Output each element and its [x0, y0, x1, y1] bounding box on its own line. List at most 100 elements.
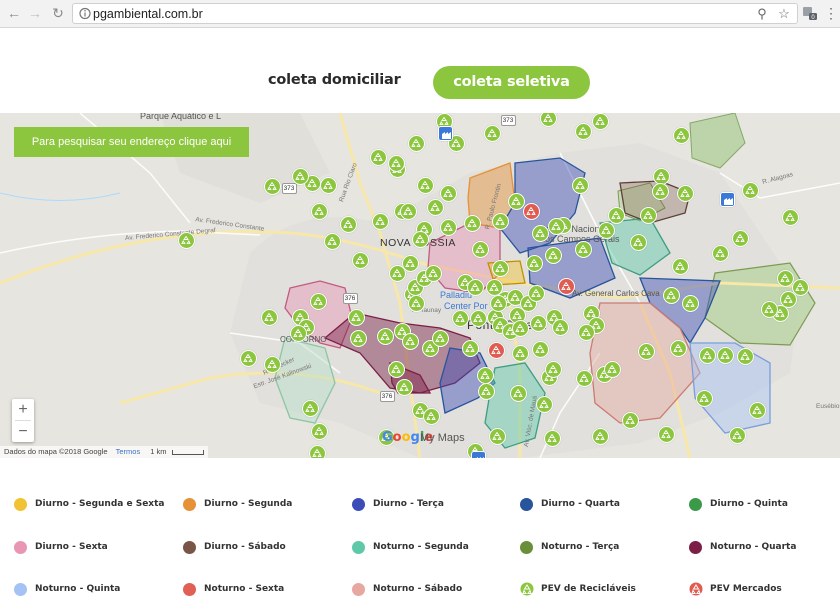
recycling-point-marker[interactable]: [551, 318, 569, 336]
recycling-point-marker[interactable]: [466, 278, 484, 296]
recycling-point-marker[interactable]: [491, 212, 509, 230]
recycling-point-marker[interactable]: [662, 286, 680, 304]
recycling-point-marker[interactable]: [652, 167, 670, 185]
recycling-point-marker[interactable]: [736, 347, 754, 365]
recycling-point-marker[interactable]: [395, 378, 413, 396]
recycling-point-marker[interactable]: [748, 401, 766, 419]
recycling-point-marker[interactable]: [239, 349, 257, 367]
recycling-point-marker[interactable]: [760, 300, 778, 318]
tab-coleta-domiciliar[interactable]: coleta domiciliar: [268, 72, 401, 88]
recycling-point-marker[interactable]: [401, 332, 419, 350]
recycling-point-marker[interactable]: [781, 208, 799, 226]
recycling-point-marker[interactable]: [544, 360, 562, 378]
recycling-point-marker[interactable]: [263, 177, 281, 195]
recycling-point-marker[interactable]: [574, 122, 592, 140]
recycling-point-marker[interactable]: [477, 382, 495, 400]
recycling-point-marker[interactable]: [387, 360, 405, 378]
recycling-point-marker[interactable]: [591, 113, 609, 130]
reload-icon[interactable]: ↻: [50, 5, 66, 21]
recycling-point-marker[interactable]: [308, 444, 326, 458]
recycling-point-marker[interactable]: [698, 346, 716, 364]
market-recycling-marker[interactable]: [487, 341, 505, 359]
recycling-point-marker[interactable]: [263, 355, 281, 373]
recycling-point-marker[interactable]: [469, 309, 487, 327]
address-search-button[interactable]: Para pesquisar seu endereço clique aqui: [14, 127, 249, 157]
zoom-out-button[interactable]: −: [12, 421, 34, 442]
recycling-point-marker[interactable]: [511, 319, 529, 337]
recycling-point-marker[interactable]: [431, 329, 449, 347]
recycling-point-marker[interactable]: [629, 233, 647, 251]
recycling-point-marker[interactable]: [591, 427, 609, 445]
recycling-point-marker[interactable]: [289, 324, 307, 342]
recycling-point-marker[interactable]: [349, 329, 367, 347]
recycling-point-marker[interactable]: [672, 126, 690, 144]
recycling-point-marker[interactable]: [323, 232, 341, 250]
recycling-point-marker[interactable]: [681, 294, 699, 312]
map[interactable]: Parque Aquático e L NOVA RÚSSIA CONTORNO…: [0, 113, 840, 458]
back-icon[interactable]: ←: [6, 5, 22, 21]
address-bar[interactable]: pgambiental.com.br ⚲ ☆: [72, 3, 798, 24]
recycling-point-marker[interactable]: [575, 369, 593, 387]
recycling-point-marker[interactable]: [347, 308, 365, 326]
recycling-point-marker[interactable]: [399, 202, 417, 220]
recycling-point-marker[interactable]: [371, 212, 389, 230]
recycling-point-marker[interactable]: [637, 342, 655, 360]
recycling-point-marker[interactable]: [301, 399, 319, 417]
recycling-point-marker[interactable]: [511, 344, 529, 362]
recycling-point-marker[interactable]: [531, 224, 549, 242]
recycling-point-marker[interactable]: [529, 314, 547, 332]
recycling-point-marker[interactable]: [527, 284, 545, 302]
recycling-point-marker[interactable]: [535, 395, 553, 413]
recycling-point-marker[interactable]: [260, 308, 278, 326]
recycling-point-marker[interactable]: [439, 218, 457, 236]
forward-icon[interactable]: →: [27, 5, 43, 21]
recycling-point-marker[interactable]: [728, 426, 746, 444]
bookmark-star-icon[interactable]: ☆: [777, 7, 791, 21]
zoom-icon[interactable]: ⚲: [755, 7, 769, 21]
building-marker[interactable]: [470, 450, 486, 458]
recycling-point-marker[interactable]: [491, 259, 509, 277]
recycling-point-marker[interactable]: [351, 251, 369, 269]
recycling-point-marker[interactable]: [657, 425, 675, 443]
recycling-point-marker[interactable]: [485, 278, 503, 296]
recycling-point-marker[interactable]: [607, 206, 625, 224]
recycling-point-marker[interactable]: [577, 323, 595, 341]
recycling-point-marker[interactable]: [451, 309, 469, 327]
recycling-point-marker[interactable]: [309, 292, 327, 310]
recycling-point-marker[interactable]: [426, 198, 444, 216]
recycling-point-marker[interactable]: [461, 339, 479, 357]
recycling-point-marker[interactable]: [483, 124, 501, 142]
recycling-point-marker[interactable]: [711, 244, 729, 262]
recycling-point-marker[interactable]: [463, 214, 481, 232]
recycling-point-marker[interactable]: [471, 240, 489, 258]
recycling-point-marker[interactable]: [407, 134, 425, 152]
recycling-point-marker[interactable]: [376, 327, 394, 345]
recycling-point-marker[interactable]: [310, 202, 328, 220]
recycling-point-marker[interactable]: [531, 340, 549, 358]
recycling-point-marker[interactable]: [547, 217, 565, 235]
recycling-point-marker[interactable]: [525, 254, 543, 272]
recycling-point-marker[interactable]: [509, 384, 527, 402]
recycling-point-marker[interactable]: [319, 176, 337, 194]
recycling-point-marker[interactable]: [597, 221, 615, 239]
recycling-point-marker[interactable]: [291, 167, 309, 185]
recycling-point-marker[interactable]: [507, 192, 525, 210]
recycling-point-marker[interactable]: [671, 257, 689, 275]
recycling-point-marker[interactable]: [424, 264, 442, 282]
recycling-point-marker[interactable]: [741, 181, 759, 199]
recycling-point-marker[interactable]: [387, 154, 405, 172]
recycling-point-marker[interactable]: [603, 360, 621, 378]
recycling-point-marker[interactable]: [639, 206, 657, 224]
recycling-point-marker[interactable]: [651, 182, 669, 200]
market-recycling-marker[interactable]: [557, 277, 575, 295]
recycling-point-marker[interactable]: [544, 246, 562, 264]
recycling-point-marker[interactable]: [489, 294, 507, 312]
recycling-point-marker[interactable]: [695, 389, 713, 407]
recycling-point-marker[interactable]: [488, 427, 506, 445]
recycling-point-marker[interactable]: [676, 184, 694, 202]
recycling-point-marker[interactable]: [621, 411, 639, 429]
recycling-point-marker[interactable]: [407, 294, 425, 312]
tab-coleta-seletiva[interactable]: coleta seletiva: [433, 66, 590, 99]
recycling-point-marker[interactable]: [543, 429, 561, 447]
recycling-point-marker[interactable]: [731, 229, 749, 247]
